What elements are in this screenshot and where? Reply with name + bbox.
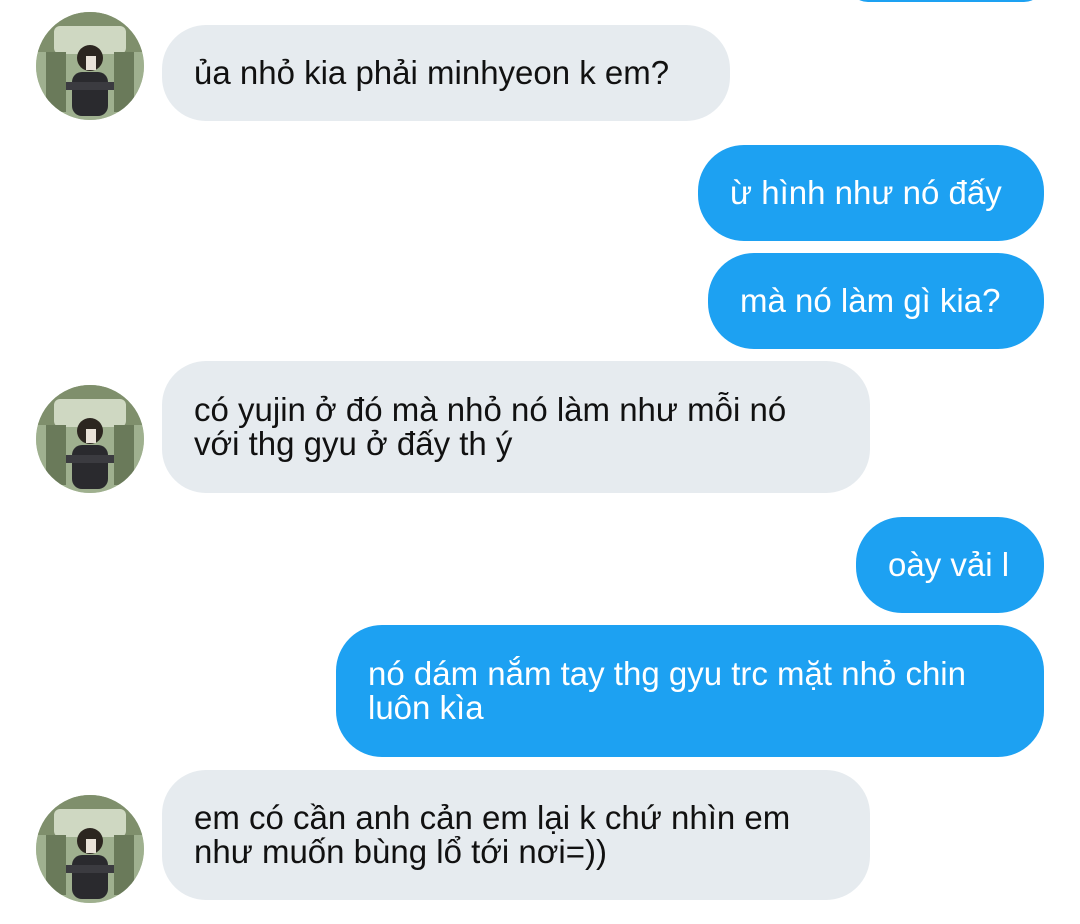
message-bubble-outgoing[interactable]: oày vải l (856, 517, 1044, 613)
message-text: nó dám nắm tay thg gyu trc mặt nhỏ chin … (368, 655, 966, 726)
message-text: ừ hình như nó đấy (730, 174, 1002, 211)
message-text: ủa nhỏ kia phải minhyeon k em? (194, 54, 670, 91)
message-text: có yujin ở đó mà nhỏ nó làm như mỗi nó v… (194, 391, 787, 462)
message-bubble-incoming[interactable]: ủa nhỏ kia phải minhyeon k em? (162, 25, 730, 121)
message-bubble-outgoing[interactable]: ừ hình như nó đấy (698, 145, 1044, 241)
contact-avatar[interactable] (36, 795, 144, 903)
contact-avatar[interactable] (36, 385, 144, 493)
avatar-photo-icon (36, 385, 144, 493)
message-bubble-incoming[interactable]: em có cần anh cản em lại k chứ nhìn em n… (162, 770, 870, 900)
message-text: oày vải l (888, 546, 1010, 583)
message-bubble-outgoing[interactable]: mà nó làm gì kia? (708, 253, 1044, 349)
message-bubble-outgoing[interactable]: nó dám nắm tay thg gyu trc mặt nhỏ chin … (336, 625, 1044, 757)
message-text: mà nó làm gì kia? (740, 282, 1001, 319)
previous-outgoing-bubble-edge (848, 0, 1044, 2)
message-text: em có cần anh cản em lại k chứ nhìn em n… (194, 799, 791, 870)
contact-avatar[interactable] (36, 12, 144, 120)
avatar-photo-icon (36, 795, 144, 903)
avatar-photo-icon (36, 12, 144, 120)
message-bubble-incoming[interactable]: có yujin ở đó mà nhỏ nó làm như mỗi nó v… (162, 361, 870, 493)
